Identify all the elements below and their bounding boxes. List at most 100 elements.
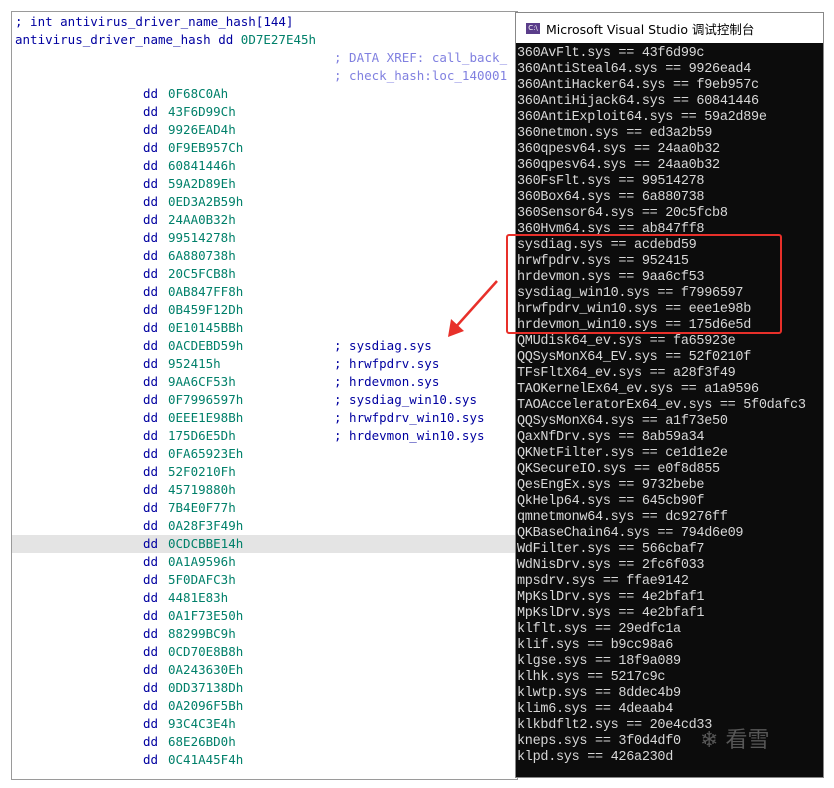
- directive: dd: [143, 482, 159, 497]
- data-row[interactable]: dd 6A880738h: [12, 247, 517, 265]
- directive: dd: [143, 608, 159, 623]
- data-row[interactable]: dd 952415h ; hrwfpdrv.sys: [12, 355, 517, 373]
- hash-value: 0A2096F5Bh: [168, 698, 244, 713]
- data-row[interactable]: dd 59A2D89Eh: [12, 175, 517, 193]
- directive: dd: [143, 716, 159, 731]
- ida-disassembly-view[interactable]: ; int antivirus_driver_name_hash[144] an…: [11, 11, 518, 780]
- directive: dd: [143, 500, 159, 515]
- highlight-box: [506, 234, 782, 334]
- hash-value: 7B4E0F77h: [168, 500, 236, 515]
- directive: dd: [143, 626, 159, 641]
- data-row[interactable]: dd 0FA65923Eh: [12, 445, 517, 463]
- data-row[interactable]: dd 0C41A45F4h: [12, 751, 517, 769]
- console-line: 360AntiHacker64.sys == f9eb957c: [517, 78, 759, 93]
- console-line: QaxNfDrv.sys == 8ab59a34: [517, 430, 705, 445]
- driver-comment: ; hrdevmon.sys: [334, 374, 440, 389]
- data-row[interactable]: dd 5F0DAFC3h: [12, 571, 517, 589]
- data-row[interactable]: dd 0CDCBBE14h: [12, 535, 517, 553]
- data-row[interactable]: dd 0A243630Eh: [12, 661, 517, 679]
- hash-value: 68E26BD0h: [168, 734, 236, 749]
- data-row[interactable]: dd 0EEE1E98Bh ; hrwfpdrv_win10.sys: [12, 409, 517, 427]
- xref-comment[interactable]: ; DATA XREF: call_back_: [334, 49, 517, 67]
- driver-comment: ; hrwfpdrv_win10.sys: [334, 410, 485, 425]
- console-line: MpKslDrv.sys == 4e2bfaf1: [517, 606, 705, 621]
- data-row[interactable]: dd 24AA0B32h: [12, 211, 517, 229]
- data-row[interactable]: dd 0A1F73E50h: [12, 607, 517, 625]
- driver-comment: ; hrwfpdrv.sys: [334, 356, 440, 371]
- directive: dd: [143, 590, 159, 605]
- array-label-line[interactable]: antivirus_driver_name_hash dd 0D7E27E45h: [15, 31, 517, 49]
- directive: dd: [143, 446, 159, 461]
- data-row[interactable]: dd 9926EAD4h: [12, 121, 517, 139]
- data-row[interactable]: dd 0F7996597h ; sysdiag_win10.sys: [12, 391, 517, 409]
- console-line: 360Sensor64.sys == 20c5fcb8: [517, 206, 728, 221]
- data-row[interactable]: dd 0A2096F5Bh: [12, 697, 517, 715]
- driver-comment: ; sysdiag.sys: [334, 338, 432, 353]
- hash-value: 0DD37138Dh: [168, 680, 244, 695]
- hash-value: 52F0210Fh: [168, 464, 236, 479]
- console-line: 360AntiExploit64.sys == 59a2d89e: [517, 110, 767, 125]
- directive: dd: [143, 158, 159, 173]
- hash-value: 9AA6CF53h: [168, 374, 236, 389]
- hash-value: 952415h: [168, 356, 221, 371]
- hash-value: 175D6E5Dh: [168, 428, 236, 443]
- directive: dd: [143, 518, 159, 533]
- console-line: klwtp.sys == 8ddec4b9: [517, 686, 681, 701]
- console-line: klgse.sys == 18f9a089: [517, 654, 681, 669]
- console-line: 360FsFlt.sys == 99514278: [517, 174, 705, 189]
- data-row[interactable]: dd 0F68C0Ah: [12, 85, 517, 103]
- hash-value: 0A1A9596h: [168, 554, 236, 569]
- console-line: QKBaseChain64.sys == 794d6e09: [517, 526, 744, 541]
- data-row[interactable]: dd 0F9EB957Ch: [12, 139, 517, 157]
- data-row[interactable]: dd 4481E83h: [12, 589, 517, 607]
- data-row[interactable]: dd 88299BC9h: [12, 625, 517, 643]
- console-window[interactable]: C:\ Microsoft Visual Studio 调试控制台 360AvF…: [515, 12, 824, 778]
- console-line: WdFilter.sys == 566cbaf7: [517, 542, 705, 557]
- data-row[interactable]: dd 43F6D99Ch: [12, 103, 517, 121]
- console-line: TFsFltX64_ev.sys == a28f3f49: [517, 366, 736, 381]
- xref-comment[interactable]: ; check_hash:loc_140001: [334, 67, 517, 85]
- hash-value: 0A243630Eh: [168, 662, 244, 677]
- hash-value: 0FA65923Eh: [168, 446, 244, 461]
- directive: dd: [143, 734, 159, 749]
- console-line: 360qpesv64.sys == 24aa0b32: [517, 142, 720, 157]
- array-declaration-comment: ; int antivirus_driver_name_hash[144]: [15, 14, 294, 29]
- directive: dd: [143, 86, 159, 101]
- data-row[interactable]: dd 0DD37138Dh: [12, 679, 517, 697]
- hash-value: 0F68C0Ah: [168, 86, 229, 101]
- hash-value: 0B459F12Dh: [168, 302, 244, 317]
- console-title-bar[interactable]: C:\ Microsoft Visual Studio 调试控制台: [516, 13, 823, 43]
- data-row[interactable]: dd 0A28F3F49h: [12, 517, 517, 535]
- data-row[interactable]: dd 93C4C3E4h: [12, 715, 517, 733]
- hash-value: 6A880738h: [168, 248, 236, 263]
- console-line: klkbdflt2.sys == 20e4cd33: [517, 718, 713, 733]
- data-row[interactable]: dd 7B4E0F77h: [12, 499, 517, 517]
- hash-value: 0AB847FF8h: [168, 284, 244, 299]
- data-row[interactable]: dd 45719880h: [12, 481, 517, 499]
- data-row[interactable]: dd 68E26BD0h: [12, 733, 517, 751]
- driver-comment: ; hrdevmon_win10.sys: [334, 428, 485, 443]
- directive: dd: [143, 320, 159, 335]
- data-row[interactable]: dd 0A1A9596h: [12, 553, 517, 571]
- console-line: MpKslDrv.sys == 4e2bfaf1: [517, 590, 705, 605]
- red-arrow-icon: [448, 280, 498, 337]
- data-row[interactable]: dd 175D6E5Dh ; hrdevmon_win10.sys: [12, 427, 517, 445]
- data-row[interactable]: dd 52F0210Fh: [12, 463, 517, 481]
- hash-value: 88299BC9h: [168, 626, 236, 641]
- hash-value: 59A2D89Eh: [168, 176, 236, 191]
- directive: dd: [143, 536, 159, 551]
- data-row[interactable]: dd 9AA6CF53h ; hrdevmon.sys: [12, 373, 517, 391]
- directive: dd: [143, 212, 159, 227]
- hash-value: 0ACDEBD59h: [168, 338, 244, 353]
- driver-comment: ; sysdiag_win10.sys: [334, 392, 477, 407]
- directive: dd: [143, 338, 159, 353]
- console-line: 360qpesv64.sys == 24aa0b32: [517, 158, 720, 173]
- data-row[interactable]: dd 99514278h: [12, 229, 517, 247]
- hash-value: 0A1F73E50h: [168, 608, 244, 623]
- data-row[interactable]: dd 0CD70E8B8h: [12, 643, 517, 661]
- directive: dd: [143, 554, 159, 569]
- data-row[interactable]: dd 0ED3A2B59h: [12, 193, 517, 211]
- console-line: 360AvFlt.sys == 43f6d99c: [517, 46, 705, 61]
- data-row[interactable]: dd 60841446h: [12, 157, 517, 175]
- directive: dd: [143, 374, 159, 389]
